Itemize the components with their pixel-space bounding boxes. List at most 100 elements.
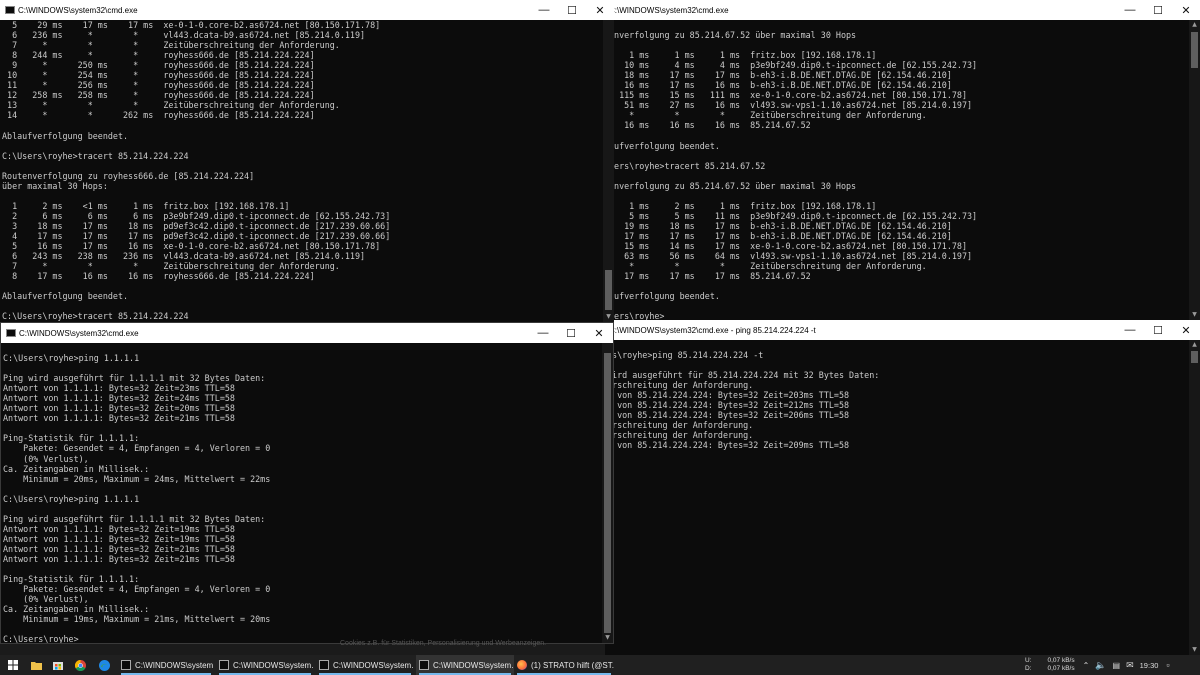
terminal-line: C:\Users\royhe>tracert 85.214.224.224 bbox=[2, 150, 189, 161]
scroll-up-icon[interactable]: ▲ bbox=[1189, 20, 1200, 30]
scrollbar-thumb[interactable] bbox=[604, 353, 611, 633]
terminal-line: 9 * 250 ms * royhess666.de [85.214.224.2… bbox=[2, 60, 315, 71]
clock[interactable]: 19:30 bbox=[1140, 661, 1159, 670]
cmd-icon bbox=[5, 6, 15, 14]
terminal-line: 5 ms 5 ms 11 ms p3e9bf249.dip0.t-ipconne… bbox=[609, 210, 978, 221]
taskbar-item[interactable]: C:\WINDOWS\system... bbox=[118, 655, 214, 675]
terminal-line: Antwort von 1.1.1.1: Bytes=32 Zeit=23ms … bbox=[3, 383, 235, 394]
speaker-icon[interactable]: 🔈 bbox=[1095, 660, 1106, 671]
window-titlebar[interactable]: C:\WINDOWS\system32\cmd.exe — ☐ ✕ bbox=[605, 0, 1200, 20]
terminal-output[interactable]: rs\royhe>ping 85.214.224.224 -t wird aus… bbox=[607, 340, 1188, 655]
file-explorer-button[interactable] bbox=[26, 655, 46, 675]
edge-icon bbox=[98, 659, 110, 671]
terminal-line: 17 ms 17 ms 17 ms 85.214.67.52 bbox=[609, 271, 811, 282]
terminal-line: rs\royhe>ping 85.214.224.224 -t bbox=[607, 350, 764, 361]
terminal-output[interactable]: C:\Users\royhe>ping 1.1.1.1 Ping wird au… bbox=[3, 343, 601, 643]
terminal-line: Ping-Statistik für 1.1.1.1: bbox=[3, 433, 140, 444]
scrollbar-thumb[interactable] bbox=[605, 270, 612, 310]
scroll-down-icon[interactable]: ▼ bbox=[602, 633, 613, 643]
window-title: C:\WINDOWS\system32\cmd.exe bbox=[18, 5, 138, 15]
notification-icon[interactable]: ✉ bbox=[1126, 660, 1134, 671]
windows-logo-icon bbox=[7, 660, 18, 670]
scroll-down-icon[interactable]: ▼ bbox=[1189, 645, 1200, 655]
terminal-line: Pakete: Gesendet = 4, Empfangen = 4, Ver… bbox=[3, 443, 271, 454]
scrollbar[interactable]: ▼ bbox=[603, 20, 614, 322]
terminal-line: t von 85.214.224.224: Bytes=32 Zeit=203m… bbox=[607, 390, 850, 401]
terminal-line: Ablaufverfolgung beendet. bbox=[2, 291, 129, 302]
minimize-button[interactable]: — bbox=[529, 327, 557, 339]
terminal-line: (0% Verlust), bbox=[3, 453, 89, 464]
chevron-up-icon[interactable]: ⌃ bbox=[1083, 661, 1090, 670]
cmd-window-tracert-85-224[interactable]: C:\WINDOWS\system32\cmd.exe — ☐ ✕ 5 29 m… bbox=[0, 0, 614, 322]
terminal-line: 63 ms 56 ms 64 ms vl493.sw-vps1-1.10.as6… bbox=[609, 251, 973, 262]
scrollbar[interactable]: ▲ ▼ bbox=[1189, 20, 1200, 320]
scroll-down-icon[interactable]: ▼ bbox=[1189, 310, 1200, 320]
terminal-line: Antwort von 1.1.1.1: Bytes=32 Zeit=21ms … bbox=[3, 543, 235, 554]
terminal-line: Ca. Zeitangaben in Millisek.: bbox=[3, 463, 150, 474]
scrollbar[interactable]: ▼ bbox=[602, 343, 613, 643]
taskbar-item-label: C:\WINDOWS\system... bbox=[233, 660, 314, 670]
network-speed[interactable]: 0,07 kB/s 0,07 kB/s bbox=[1048, 657, 1075, 673]
terminal-line: 18 ms 17 ms 17 ms b-eh3-i.B.DE.NET.DTAG.… bbox=[609, 70, 952, 81]
close-button[interactable]: ✕ bbox=[585, 327, 613, 340]
cmd-icon bbox=[219, 660, 229, 670]
chrome-button[interactable] bbox=[70, 655, 90, 675]
edge-button[interactable] bbox=[94, 655, 114, 675]
terminal-output[interactable]: 5 29 ms 17 ms 17 ms xe-0-1-0.core-b2.as6… bbox=[2, 20, 602, 322]
terminal-line: 1 ms 1 ms 1 ms fritz.box [192.168.178.1] bbox=[609, 50, 877, 61]
taskbar-item[interactable]: C:\WINDOWS\system... bbox=[316, 655, 414, 675]
close-button[interactable]: ✕ bbox=[1172, 4, 1200, 17]
minimize-button[interactable]: — bbox=[530, 4, 558, 16]
maximize-button[interactable]: ☐ bbox=[558, 4, 586, 17]
taskbar-item[interactable]: C:\WINDOWS\system... bbox=[416, 655, 514, 675]
cmd-window-ping-1111[interactable]: C:\WINDOWS\system32\cmd.exe — ☐ ✕ C:\Use… bbox=[0, 322, 614, 644]
cmd-window-ping-85[interactable]: C:\WINDOWS\system32\cmd.exe - ping 85.21… bbox=[605, 320, 1200, 655]
terminal-line: 16 ms 17 ms 16 ms b-eh3-i.B.DE.NET.DTAG.… bbox=[609, 80, 952, 91]
start-button[interactable] bbox=[0, 655, 25, 675]
network-icon[interactable]: ▤ bbox=[1113, 661, 1121, 670]
terminal-line: 1 2 ms <1 ms 1 ms fritz.box [192.168.178… bbox=[2, 200, 290, 211]
terminal-line: aufverfolgung beendet. bbox=[609, 140, 720, 151]
terminal-line: wird ausgeführt für 85.214.224.224 mit 3… bbox=[607, 370, 880, 381]
terminal-output[interactable]: enverfolgung zu 85.214.67.52 über maxima… bbox=[609, 30, 1188, 320]
terminal-line: C:\Users\royhe>ping 1.1.1.1 bbox=[3, 353, 140, 364]
terminal-line: 1 ms 2 ms 1 ms fritz.box [192.168.178.1] bbox=[609, 200, 877, 211]
window-titlebar[interactable]: C:\WINDOWS\system32\cmd.exe — ☐ ✕ bbox=[1, 323, 613, 343]
close-button[interactable]: ✕ bbox=[1172, 324, 1200, 337]
cmd-window-tracert-85-67[interactable]: C:\WINDOWS\system32\cmd.exe — ☐ ✕ enverf… bbox=[605, 0, 1200, 320]
cmd-icon bbox=[6, 329, 16, 337]
terminal-line: 10 * 254 ms * royhess666.de [85.214.224.… bbox=[2, 70, 315, 81]
scrollbar-thumb[interactable] bbox=[1191, 32, 1198, 68]
scroll-down-icon[interactable]: ▼ bbox=[603, 312, 614, 322]
terminal-line: Antwort von 1.1.1.1: Bytes=32 Zeit=24ms … bbox=[3, 393, 235, 404]
terminal-line: C:\Users\royhe> bbox=[3, 634, 79, 643]
action-center-icon[interactable]: ▫ bbox=[1166, 660, 1169, 670]
maximize-button[interactable]: ☐ bbox=[1144, 4, 1172, 17]
terminal-line: sers\royhe>tracert 85.214.67.52 bbox=[609, 160, 766, 171]
window-titlebar[interactable]: C:\WINDOWS\system32\cmd.exe - ping 85.21… bbox=[605, 320, 1200, 340]
scroll-up-icon[interactable]: ▲ bbox=[1189, 340, 1200, 350]
terminal-line: 19 ms 18 ms 17 ms b-eh3-i.B.DE.NET.DTAG.… bbox=[609, 220, 952, 231]
terminal-line: Antwort von 1.1.1.1: Bytes=32 Zeit=19ms … bbox=[3, 523, 235, 534]
taskbar-item[interactable]: (1) STRATO hilft (@ST... bbox=[514, 655, 614, 675]
terminal-line: 51 ms 27 ms 16 ms vl493.sw-vps1-1.10.as6… bbox=[609, 100, 973, 111]
terminal-line: Pakete: Gesendet = 4, Empfangen = 4, Ver… bbox=[3, 584, 271, 595]
scrollbar-thumb[interactable] bbox=[1191, 351, 1198, 363]
close-button[interactable]: ✕ bbox=[586, 4, 614, 17]
maximize-button[interactable]: ☐ bbox=[1144, 324, 1172, 337]
store-button[interactable] bbox=[48, 655, 68, 675]
window-titlebar[interactable]: C:\WINDOWS\system32\cmd.exe — ☐ ✕ bbox=[0, 0, 614, 20]
window-title: C:\WINDOWS\system32\cmd.exe bbox=[19, 328, 139, 338]
maximize-button[interactable]: ☐ bbox=[557, 327, 585, 340]
terminal-line: C:\Users\royhe>ping 1.1.1.1 bbox=[3, 493, 140, 504]
scrollbar[interactable]: ▲ ▼ bbox=[1189, 340, 1200, 655]
taskbar-item[interactable]: C:\WINDOWS\system... bbox=[216, 655, 314, 675]
terminal-line: 4 17 ms 17 ms 17 ms pd9ef3c42.dip0.t-ipc… bbox=[2, 230, 391, 241]
cmd-icon bbox=[319, 660, 329, 670]
upload-label: U: bbox=[1025, 657, 1032, 664]
taskbar-item-label: C:\WINDOWS\system... bbox=[333, 660, 414, 670]
minimize-button[interactable]: — bbox=[1116, 4, 1144, 16]
minimize-button[interactable]: — bbox=[1116, 324, 1144, 336]
terminal-line: t von 85.214.224.224: Bytes=32 Zeit=212m… bbox=[607, 400, 850, 411]
background-cookie-text: Cookies z.B. für Statistiken, Personalis… bbox=[340, 640, 547, 647]
